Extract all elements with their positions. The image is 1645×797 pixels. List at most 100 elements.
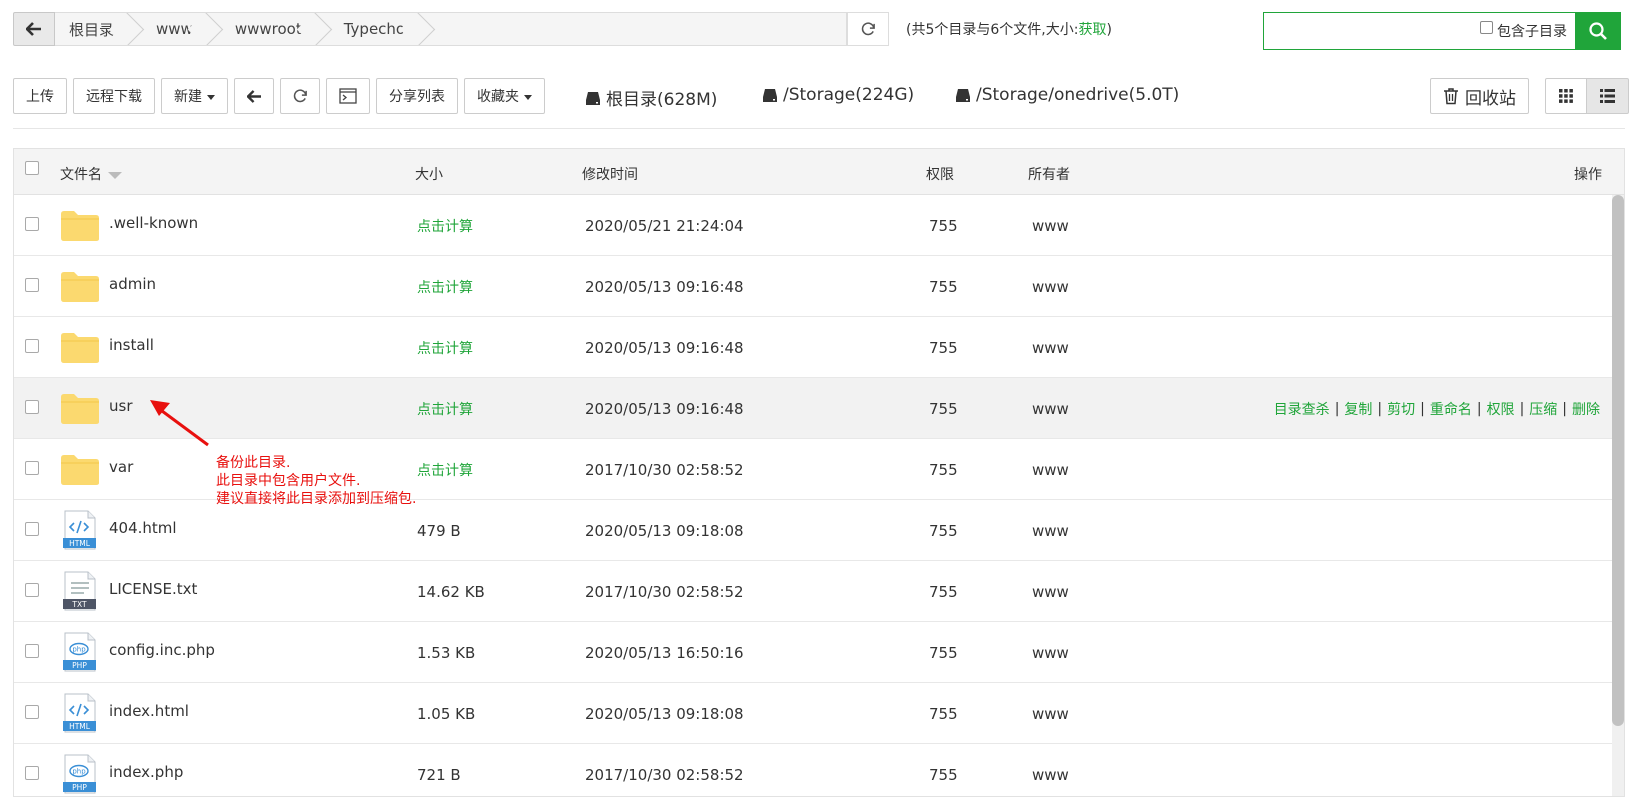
- disk-root-button[interactable]: 根目录(628M): [585, 85, 717, 110]
- select-all-checkbox[interactable]: [25, 161, 39, 175]
- file-name[interactable]: LICENSE.txt: [109, 558, 197, 619]
- row-checkbox[interactable]: [25, 583, 39, 597]
- arrow-left-icon: [26, 22, 41, 36]
- row-checkbox[interactable]: [25, 278, 39, 292]
- calc-size-link[interactable]: 点击计算: [417, 195, 473, 256]
- disk-onedrive-button[interactable]: /Storage/onedrive(5.0T): [955, 85, 1179, 105]
- breadcrumb-item[interactable]: 根目录: [55, 13, 130, 45]
- owner[interactable]: www: [1032, 561, 1069, 622]
- refresh-path-button[interactable]: [847, 12, 889, 46]
- share-list-button[interactable]: 分享列表: [376, 78, 458, 114]
- table-row[interactable]: php PHP index.php 721 B 2017/10/30 02:58:52 7…: [14, 741, 1624, 796]
- calc-size-link[interactable]: 点击计算: [417, 317, 473, 378]
- recycle-bin-button[interactable]: 回收站: [1430, 78, 1529, 114]
- breadcrumb-item[interactable]: wwwroot: [209, 13, 318, 45]
- file-name[interactable]: install: [109, 314, 154, 375]
- file-type-label: HTML: [69, 722, 91, 731]
- row-checkbox[interactable]: [25, 217, 39, 231]
- terminal-button[interactable]: [326, 78, 370, 114]
- permission[interactable]: 755: [929, 500, 958, 561]
- calc-size-link[interactable]: 点击计算: [417, 378, 473, 439]
- table-row[interactable]: .well-known 点击计算 2020/05/21 21:24:04 755 www: [14, 195, 1624, 256]
- owner[interactable]: www: [1032, 195, 1069, 256]
- permission[interactable]: 755: [929, 378, 958, 439]
- row-checkbox[interactable]: [25, 705, 39, 719]
- table-row[interactable]: usr 点击计算 2020/05/13 09:16:48 755 www 目录查杀 | 复制 |…: [14, 378, 1624, 439]
- permission[interactable]: 755: [929, 195, 958, 256]
- search-button[interactable]: [1575, 12, 1621, 50]
- calc-size-link[interactable]: 点击计算: [417, 439, 473, 500]
- op-link[interactable]: 剪切: [1387, 399, 1415, 419]
- row-checkbox[interactable]: [25, 522, 39, 536]
- breadcrumb-item[interactable]: Typecho: [318, 13, 421, 45]
- back-button[interactable]: [13, 12, 55, 46]
- permission[interactable]: 755: [929, 439, 958, 500]
- disk-label: 根目录(628M): [606, 90, 718, 110]
- calc-size-link[interactable]: 点击计算: [417, 256, 473, 317]
- owner[interactable]: www: [1032, 317, 1069, 378]
- op-link[interactable]: 删除: [1572, 399, 1600, 419]
- owner[interactable]: www: [1032, 378, 1069, 439]
- owner[interactable]: www: [1032, 256, 1069, 317]
- owner[interactable]: www: [1032, 744, 1069, 796]
- file-name[interactable]: 404.html: [109, 497, 177, 558]
- permission[interactable]: 755: [929, 256, 958, 317]
- search-input[interactable]: [1264, 13, 1454, 49]
- owner[interactable]: www: [1032, 439, 1069, 500]
- op-link[interactable]: 压缩: [1529, 399, 1557, 419]
- table-row[interactable]: install 点击计算 2020/05/13 09:16:48 755 www: [14, 317, 1624, 378]
- upload-button[interactable]: 上传: [13, 78, 67, 114]
- permission[interactable]: 755: [929, 683, 958, 744]
- permission[interactable]: 755: [929, 622, 958, 683]
- file-name[interactable]: var: [109, 436, 133, 497]
- permission[interactable]: 755: [929, 744, 958, 796]
- table-row[interactable]: TXT LICENSE.txt 14.62 KB 2017/10/30 02:58:5…: [14, 561, 1624, 622]
- include-subdir-option[interactable]: 包含子目录: [1480, 20, 1567, 41]
- file-name[interactable]: usr: [109, 375, 133, 436]
- header-mtime[interactable]: 修改时间: [582, 164, 638, 184]
- file-name[interactable]: admin: [109, 253, 156, 314]
- op-link[interactable]: 重命名: [1430, 399, 1472, 419]
- get-size-link[interactable]: 获取: [1078, 22, 1106, 38]
- include-subdir-checkbox[interactable]: [1480, 20, 1493, 34]
- refresh-button[interactable]: [280, 78, 320, 114]
- table-row[interactable]: HTML 404.html 479 B 2020/05/13 09:18:08 755 w…: [14, 500, 1624, 561]
- grid-view-button[interactable]: [1545, 78, 1587, 114]
- row-operations: 目录查杀 | 复制 | 剪切 | 重命名 | 权限 | 压缩 | 删除: [1274, 378, 1600, 439]
- owner[interactable]: www: [1032, 500, 1069, 561]
- op-link[interactable]: 目录查杀: [1274, 399, 1330, 419]
- op-link[interactable]: 复制: [1344, 399, 1372, 419]
- refresh-icon: [861, 21, 875, 35]
- row-checkbox[interactable]: [25, 461, 39, 475]
- header-size[interactable]: 大小: [415, 164, 443, 184]
- row-checkbox[interactable]: [25, 766, 39, 780]
- table-row[interactable]: php PHP config.inc.php 1.53 KB 2020/05/13 16…: [14, 622, 1624, 683]
- file-name[interactable]: index.php: [109, 741, 183, 796]
- svg-text:php: php: [72, 768, 86, 776]
- path-input-area[interactable]: [421, 13, 846, 45]
- list-view-button[interactable]: [1587, 78, 1629, 114]
- owner[interactable]: www: [1032, 683, 1069, 744]
- scrollbar-thumb[interactable]: [1612, 195, 1624, 726]
- permission[interactable]: 755: [929, 561, 958, 622]
- file-name[interactable]: .well-known: [109, 192, 198, 253]
- table-row[interactable]: HTML index.html 1.05 KB 2020/05/13 09:18:08…: [14, 683, 1624, 744]
- header-name[interactable]: 文件名: [60, 164, 122, 184]
- row-checkbox[interactable]: [25, 644, 39, 658]
- table-row[interactable]: admin 点击计算 2020/05/13 09:16:48 755 www: [14, 256, 1624, 317]
- owner[interactable]: www: [1032, 622, 1069, 683]
- file-name[interactable]: index.html: [109, 680, 189, 741]
- go-back-button[interactable]: [234, 78, 274, 114]
- row-checkbox[interactable]: [25, 339, 39, 353]
- file-name[interactable]: config.inc.php: [109, 619, 215, 680]
- breadcrumb-label: 根目录: [69, 20, 115, 39]
- op-link[interactable]: 权限: [1487, 399, 1515, 419]
- permission[interactable]: 755: [929, 317, 958, 378]
- list-icon: [1600, 89, 1615, 103]
- disk-storage-button[interactable]: /Storage(224G): [762, 85, 914, 105]
- new-dropdown-button[interactable]: 新建: [161, 78, 228, 114]
- row-checkbox[interactable]: [25, 400, 39, 414]
- favorites-dropdown-button[interactable]: 收藏夹: [464, 78, 545, 114]
- sort-down-icon: [108, 171, 122, 179]
- remote-download-button[interactable]: 远程下载: [73, 78, 155, 114]
